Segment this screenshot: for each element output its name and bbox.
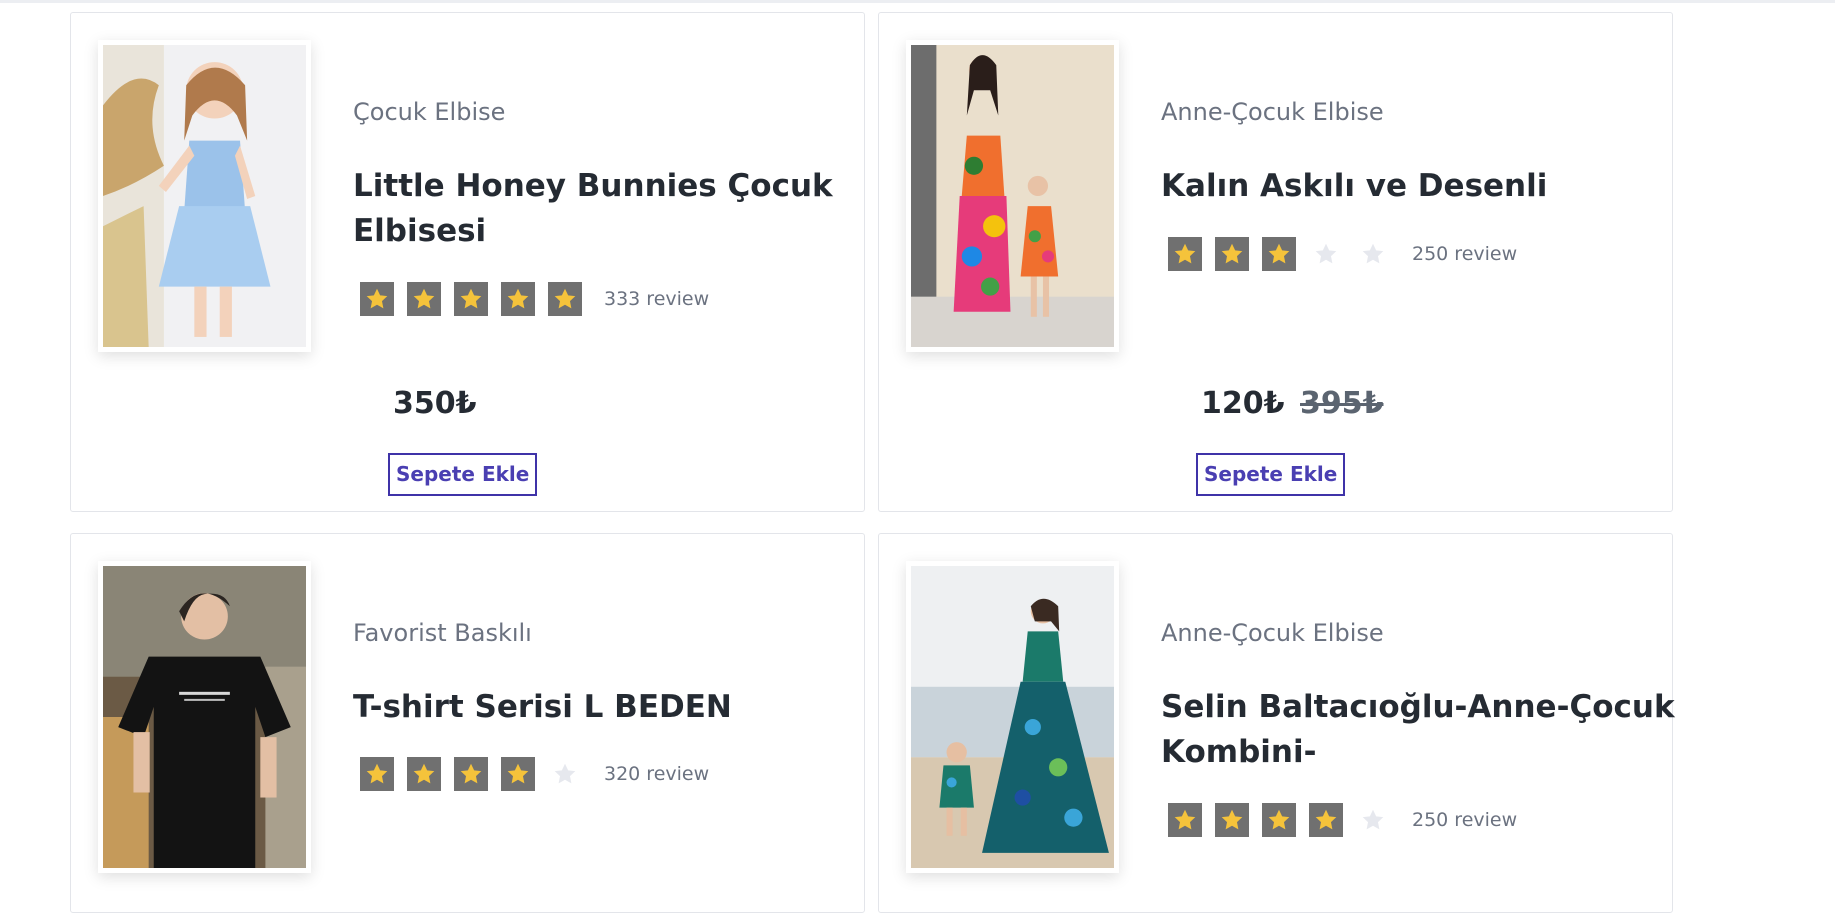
product-rating: 250 review <box>1168 237 1517 271</box>
star-filled-icon <box>454 757 488 791</box>
star-filled-icon <box>407 282 441 316</box>
product-image[interactable] <box>98 40 311 352</box>
product-category: Anne-Çocuk Elbise <box>1161 98 1384 126</box>
product-category: Favorist Baskılı <box>353 619 532 647</box>
product-category: Çocuk Elbise <box>353 98 506 126</box>
add-to-cart-button[interactable]: Sepete Ekle <box>1196 453 1346 496</box>
star-filled-icon <box>360 282 394 316</box>
star-filled-icon <box>1309 803 1343 837</box>
product-image[interactable] <box>906 561 1119 873</box>
review-count[interactable]: 333 review <box>604 288 709 310</box>
product-title[interactable]: T-shirt Serisi L BEDEN <box>353 685 873 730</box>
product-card[interactable]: Çocuk Elbise Little Honey Bunnies Çocuk … <box>70 12 865 512</box>
product-rating: 320 review <box>360 757 709 791</box>
product-price: 120₺ <box>1201 386 1285 421</box>
product-old-price: 395₺ <box>1300 386 1384 421</box>
review-count[interactable]: 250 review <box>1412 809 1517 831</box>
product-card[interactable]: Anne-Çocuk Elbise Kalın Askılı ve Desenl… <box>878 12 1673 512</box>
star-filled-icon <box>1215 237 1249 271</box>
star-empty-icon <box>1309 237 1343 271</box>
add-to-cart-button[interactable]: Sepete Ekle <box>388 453 538 496</box>
star-filled-icon <box>1262 803 1296 837</box>
star-filled-icon <box>1262 237 1296 271</box>
product-rating: 333 review <box>360 282 709 316</box>
star-filled-icon <box>1168 237 1202 271</box>
star-filled-icon <box>501 757 535 791</box>
product-title[interactable]: Little Honey Bunnies Çocuk Elbisesi <box>353 164 873 254</box>
product-rating: 250 review <box>1168 803 1517 837</box>
product-image[interactable] <box>906 40 1119 352</box>
product-card[interactable]: Favorist Baskılı T-shirt Serisi L BEDEN … <box>70 533 865 913</box>
man-black-tshirt-photo <box>103 566 306 868</box>
star-empty-icon <box>1356 237 1390 271</box>
star-empty-icon <box>1356 803 1390 837</box>
review-count[interactable]: 320 review <box>604 763 709 785</box>
star-filled-icon <box>360 757 394 791</box>
star-filled-icon <box>1215 803 1249 837</box>
product-image[interactable] <box>98 561 311 873</box>
mother-child-floral-dress-photo <box>911 45 1114 347</box>
girl-blue-dress-photo <box>103 45 306 347</box>
mother-child-beach-photo <box>911 566 1114 868</box>
review-count[interactable]: 250 review <box>1412 243 1517 265</box>
product-price: 350₺ <box>393 386 477 421</box>
product-category: Anne-Çocuk Elbise <box>1161 619 1384 647</box>
product-title[interactable]: Kalın Askılı ve Desenli <box>1161 164 1681 209</box>
star-filled-icon <box>1168 803 1202 837</box>
product-card[interactable]: Anne-Çocuk Elbise Selin Baltacıoğlu-Anne… <box>878 533 1675 913</box>
star-filled-icon <box>548 282 582 316</box>
star-filled-icon <box>454 282 488 316</box>
star-filled-icon <box>501 282 535 316</box>
star-empty-icon <box>548 757 582 791</box>
star-filled-icon <box>407 757 441 791</box>
product-title[interactable]: Selin Baltacıoğlu-Anne-Çocuk Kombini- <box>1161 685 1681 775</box>
top-divider <box>0 0 1835 3</box>
